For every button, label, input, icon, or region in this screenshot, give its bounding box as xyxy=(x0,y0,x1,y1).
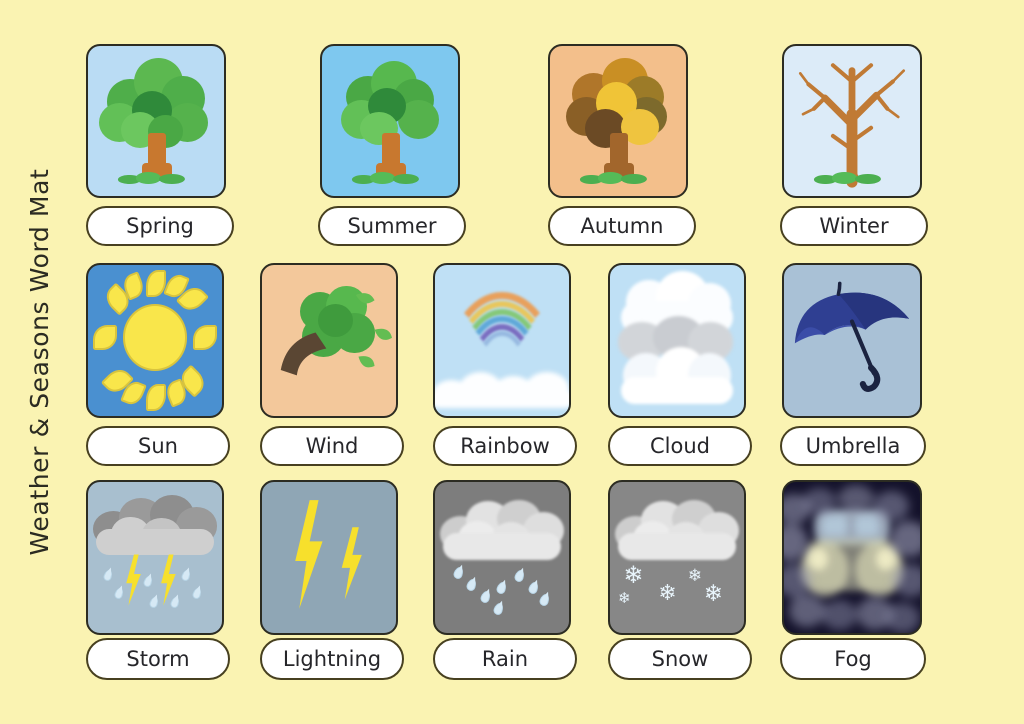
card-cloud-label: Cloud xyxy=(608,426,752,466)
tree-winter-icon xyxy=(784,46,920,196)
label-text: Summer xyxy=(347,214,437,238)
tree-spring-icon xyxy=(88,46,224,196)
card-snow-image: ❄ ❄ ❄ ❄ ❄ xyxy=(608,480,746,635)
card-rainbow-label: Rainbow xyxy=(433,426,577,466)
label-text: Spring xyxy=(126,214,194,238)
card-wind-label: Wind xyxy=(260,426,404,466)
card-umbrella-label: Umbrella xyxy=(780,426,926,466)
tree-summer-icon xyxy=(322,46,458,196)
page-title: Weather & Seasons Word Mat xyxy=(0,0,78,724)
wind-icon xyxy=(262,265,396,416)
umbrella-icon xyxy=(784,265,920,416)
label-text: Lightning xyxy=(282,647,382,671)
rain-icon xyxy=(435,482,569,633)
card-summer-image xyxy=(320,44,460,198)
card-summer-label: Summer xyxy=(318,206,466,246)
card-storm-image xyxy=(86,480,224,635)
card-lightning-image xyxy=(260,480,398,635)
card-rainbow-image xyxy=(433,263,571,418)
card-spring-label: Spring xyxy=(86,206,234,246)
label-text: Autumn xyxy=(580,214,664,238)
label-text: Rain xyxy=(481,647,529,671)
card-autumn-label: Autumn xyxy=(548,206,696,246)
fog-icon xyxy=(784,482,920,633)
page-title-text: Weather & Seasons Word Mat xyxy=(24,168,54,556)
label-text: Sun xyxy=(138,434,178,458)
storm-icon xyxy=(88,482,222,633)
card-wind-image xyxy=(260,263,398,418)
card-sun-label: Sun xyxy=(86,426,230,466)
cloud-icon xyxy=(610,265,744,416)
card-cloud-image xyxy=(608,263,746,418)
card-autumn-image xyxy=(548,44,688,198)
card-winter-label: Winter xyxy=(780,206,928,246)
tree-autumn-icon xyxy=(550,46,686,196)
card-snow-label: Snow xyxy=(608,638,752,680)
card-sun-image xyxy=(86,263,224,418)
label-text: Storm xyxy=(126,647,190,671)
label-text: Fog xyxy=(834,647,872,671)
label-text: Rainbow xyxy=(460,434,550,458)
sun-icon xyxy=(88,265,222,416)
label-text: Snow xyxy=(651,647,709,671)
card-umbrella-image xyxy=(782,263,922,418)
lightning-icon xyxy=(262,482,396,633)
label-text: Wind xyxy=(305,434,359,458)
label-text: Cloud xyxy=(650,434,710,458)
card-rain-image xyxy=(433,480,571,635)
card-spring-image xyxy=(86,44,226,198)
card-storm-label: Storm xyxy=(86,638,230,680)
snow-icon: ❄ ❄ ❄ ❄ ❄ xyxy=(610,482,744,633)
rainbow-icon xyxy=(435,265,569,416)
card-lightning-label: Lightning xyxy=(260,638,404,680)
card-fog-label: Fog xyxy=(780,638,926,680)
card-rain-label: Rain xyxy=(433,638,577,680)
word-mat-page: Weather & Seasons Word Mat Spring Summer… xyxy=(0,0,1024,724)
card-winter-image xyxy=(782,44,922,198)
label-text: Umbrella xyxy=(805,434,901,458)
card-fog-image xyxy=(782,480,922,635)
label-text: Winter xyxy=(819,214,889,238)
